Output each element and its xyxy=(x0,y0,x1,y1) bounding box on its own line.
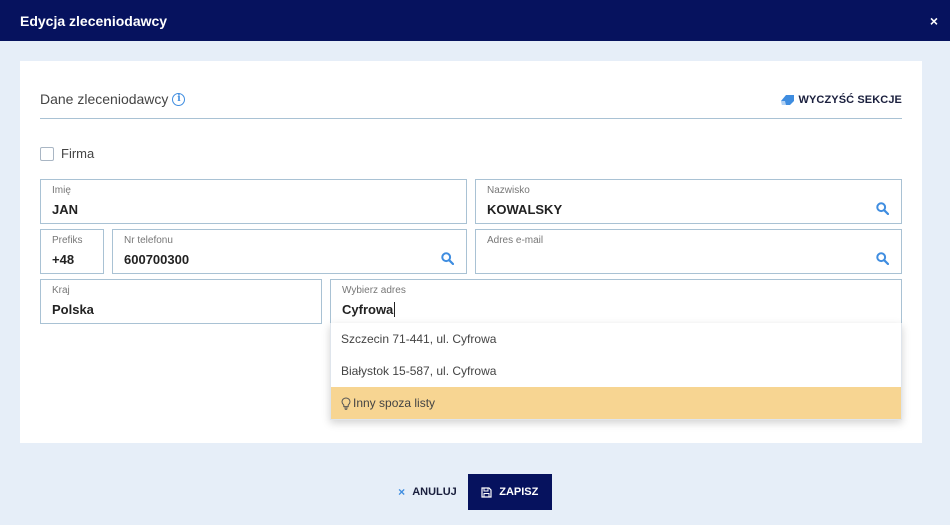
last-name-label: Nazwisko xyxy=(487,185,530,196)
clear-section-button[interactable]: WYCZYŚĆ SEKCJE xyxy=(780,94,902,106)
address-dropdown: Szczecin 71-441, ul. Cyfrowa Białystok 1… xyxy=(330,323,902,420)
first-name-field[interactable]: Imię JAN xyxy=(40,179,467,224)
section-title: Dane zleceniodawcy i xyxy=(40,91,186,107)
save-label: ZAPISZ xyxy=(499,486,539,498)
phone-number-field[interactable]: Nr telefonu 600700300 xyxy=(112,229,467,274)
address-select-label: Wybierz adres xyxy=(342,285,406,296)
last-name-value: KOWALSKY xyxy=(487,202,563,217)
country-label: Kraj xyxy=(52,285,70,296)
save-icon xyxy=(481,486,492,498)
text-caret xyxy=(394,302,396,317)
save-button[interactable]: ZAPISZ xyxy=(467,474,552,510)
first-name-value: JAN xyxy=(52,202,79,217)
dialog-title: Edycja zleceniodawcy xyxy=(20,12,168,29)
clear-section-label: WYCZYŚĆ SEKCJE xyxy=(798,94,902,106)
address-option[interactable]: Białystok 15-587, ul. Cyfrowa xyxy=(331,355,901,387)
firma-label: Firma xyxy=(61,146,95,161)
close-icon[interactable]: × xyxy=(930,13,938,29)
eraser-icon xyxy=(780,95,794,105)
address-option[interactable]: Szczecin 71-441, ul. Cyfrowa xyxy=(331,323,901,355)
email-label: Adres e-mail xyxy=(487,235,544,246)
country-field[interactable]: Kraj Polska xyxy=(40,279,322,324)
phone-prefix-label: Prefiks xyxy=(52,235,83,246)
close-icon: × xyxy=(398,485,406,499)
cancel-button[interactable]: × ANULUJ xyxy=(398,485,457,499)
email-field[interactable]: Adres e-mail xyxy=(475,229,902,274)
address-option-label: Inny spoza listy xyxy=(353,396,436,410)
phone-prefix-value: +48 xyxy=(52,252,75,267)
last-name-field[interactable]: Nazwisko KOWALSKY xyxy=(475,179,902,224)
address-option-label: Białystok 15-587, ul. Cyfrowa xyxy=(341,364,497,378)
info-icon[interactable]: i xyxy=(172,92,186,106)
address-select-value[interactable]: Cyfrowa xyxy=(342,302,396,317)
firma-checkbox-row[interactable]: Firma xyxy=(40,146,94,161)
firma-checkbox[interactable] xyxy=(40,146,54,161)
phone-number-label: Nr telefonu xyxy=(124,235,173,246)
country-value: Polska xyxy=(52,302,94,317)
address-option-label: Szczecin 71-441, ul. Cyfrowa xyxy=(341,332,497,346)
phone-prefix-field[interactable]: Prefiks +48 xyxy=(40,229,104,274)
dialog-footer: × ANULUJ ZAPISZ xyxy=(0,474,950,510)
search-icon[interactable] xyxy=(876,252,889,265)
section-title-text: Dane zleceniodawcy xyxy=(40,91,169,107)
address-option-other[interactable]: Inny spoza listy xyxy=(331,387,901,419)
section-header: Dane zleceniodawcy i WYCZYŚĆ SEKCJE xyxy=(40,91,902,119)
address-select-field[interactable]: Wybierz adres Cyfrowa xyxy=(330,279,902,324)
dialog-titlebar: Edycja zleceniodawcy × xyxy=(0,0,950,41)
lightbulb-icon xyxy=(341,396,351,410)
cancel-label: ANULUJ xyxy=(412,486,457,498)
search-icon[interactable] xyxy=(441,252,454,265)
form-card: Dane zleceniodawcy i WYCZYŚĆ SEKCJE Firm… xyxy=(20,61,922,443)
phone-number-value: 600700300 xyxy=(124,252,190,267)
search-icon[interactable] xyxy=(876,202,889,215)
first-name-label: Imię xyxy=(52,185,71,196)
address-input-text: Cyfrowa xyxy=(342,302,394,317)
